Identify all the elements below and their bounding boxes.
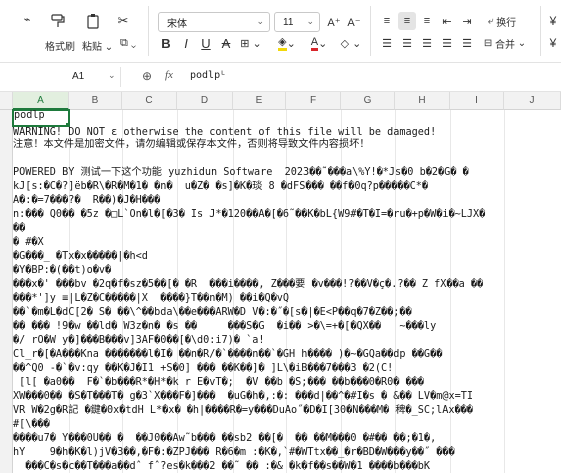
merge-cells-button[interactable]: ⊟ 合并 ⌄ [480,34,530,52]
column-header-j[interactable]: J [504,92,561,110]
format-painter-icon[interactable] [47,10,69,32]
cell-text-line: �/ rO�W y�]���B���v]3AF�0��[�\d0:i7)� `a… [13,335,265,346]
cell-text-line: [l[ �a0�� F�`�b���R*�H*�k r E�vT�; �V ��… [13,377,424,388]
name-box[interactable]: A1 ⌄ [0,67,121,87]
corner-select-all[interactable] [0,92,13,110]
number-format-icon[interactable]: ¥ [546,34,560,52]
cell-text-line: �� [13,223,26,234]
align-center-icon[interactable]: ☰ [398,34,416,52]
column-header-a[interactable]: A [13,92,69,110]
cell-text-line: � #�X [13,237,44,248]
separator [148,6,149,56]
paste-icon[interactable] [82,10,104,32]
cell-text-line: XW���0�� �S�T���T� g�3`X���F�]��� �uG�h�… [13,391,474,402]
copy-icon[interactable]: ⧉ ⌄ [114,34,142,52]
cell-text-line: �G���_ �Tx�x�����|�h<d [13,251,148,262]
cell-text-line: Cl_r�[�A���Kna �������l�I� ��n�R/�`����n… [13,349,443,360]
format-painter-label[interactable]: 格式刷 [45,38,75,53]
align-bottom-icon[interactable]: ≡ [418,12,436,30]
copy-list-icon[interactable]: ⌁ [18,10,36,28]
column-header-c[interactable]: C [122,92,177,110]
cell-text-line: �� ��� !9�w ��ld� W3z�n� �s �� ���S�G �i… [13,321,437,332]
column-header-h[interactable]: H [395,92,450,110]
cell-text-line: �Y�BP:�(��t)o�v� [13,265,112,276]
cell-text-line: A�:�=7���?� R��)�J�H��� [13,195,161,206]
cell-text-line: VR W�2g�R記 �鍵�0x�tdH L*�x� �h|����R�=y��… [13,405,473,416]
cell-text-line: #[\��� [13,419,50,430]
paste-label[interactable]: 粘贴 ⌄ [82,38,113,53]
separator [370,6,371,56]
chevron-down-icon: ⌄ [306,16,314,26]
cell-text-line: ���C�s�c��T���a��dˆ fˆ?es�k���2 ��˜ �� :… [13,461,431,472]
cell-text-line [13,149,561,164]
cell-text-line: ���x�' ���bv �2q�f�sz�5��[� �R ���i����,… [13,279,484,290]
align-middle-icon[interactable]: ≡ [398,12,416,30]
column-header-e[interactable]: E [233,92,286,110]
column-header-b[interactable]: B [69,92,122,110]
align-top-icon[interactable]: ≡ [378,12,396,30]
column-header-g[interactable]: G [341,92,395,110]
currency-icon[interactable]: ¥ [546,12,560,30]
font-family-select[interactable]: 宋体 ⌄ [158,12,270,32]
cell-reference: A1 [72,71,85,82]
formula-input[interactable]: podlpᴸ [190,70,226,81]
function-icon[interactable]: fx [165,69,173,81]
border-icon[interactable]: ⊞ ⌄ [238,34,264,52]
align-right-icon[interactable]: ☰ [418,34,436,52]
cell-text-line: ���*']y ≡|L�Z�C�����|X ����}T��n�M) ��i�… [13,293,290,304]
cell-a1-text: podlp [14,110,45,121]
ribbon-toolbar: 格式刷 粘贴 ⌄ ✂ ⧉ ⌄ ⌁ 宋体 ⌄ 11 ⌄ A⁺ A⁻ B I U A ⊞… [0,0,561,63]
font-size-select[interactable]: 11 ⌄ [274,12,320,32]
distribute-icon[interactable]: ☰ [458,34,476,52]
row-header-strip[interactable] [0,110,13,473]
cell-text-line: ��^Q0 -�`�v:qy ��K�J�I1 +S�0] ��� ��K��]… [13,363,394,374]
increase-font-icon[interactable]: A⁺ [326,13,342,31]
justify-icon[interactable]: ☰ [438,34,456,52]
bold-icon[interactable]: B [158,34,174,52]
align-left-icon[interactable]: ☰ [378,34,396,52]
strikethrough-icon[interactable]: A [218,34,234,52]
column-header-f[interactable]: F [286,92,341,110]
fill-color-icon[interactable]: ◈ ⌄ [274,34,300,52]
wrap-text-button[interactable]: ⤶ 换行 [480,12,524,30]
cut-icon[interactable]: ✂ [114,12,132,30]
cell-text-line: ��`�m�L�dC[2� S� ��\^��bda\��e���ARW�D V… [13,307,412,318]
indent-right-icon[interactable]: ⇥ [458,12,476,30]
spreadsheet-grid[interactable]: A B C D E F G H I J podlp WARNING! DO NO… [0,92,561,473]
font-size-value: 11 [283,16,294,28]
cell-text-line: kJ[s:�C�?]ëb�R\�R�M�1� �n� u�Z� �s]�K�琰 … [13,181,428,192]
underline-icon[interactable]: U [198,34,214,52]
merge-cells-label: 合并 [495,39,515,51]
paste-text: 粘贴 [82,42,102,53]
zoom-icon[interactable]: ⊕ [142,69,152,83]
column-header-d[interactable]: D [177,92,233,110]
formula-bar: A1 ⌄ ⊕ fx podlpᴸ [0,63,561,92]
cell-text-line: hY 9�h�K�l)jV�3��,�F�:�ZPJ��� R�6�m :�K�… [13,447,455,458]
chevron-down-icon[interactable]: ⌄ [108,70,116,81]
indent-left-icon[interactable]: ⇤ [438,12,456,30]
cell-text-line: POWERED BY 测试一下这个功能 yuzhidun Software 20… [13,167,469,178]
italic-icon[interactable]: I [178,34,194,52]
wrap-text-label: 换行 [496,17,517,29]
chevron-down-icon: ⌄ [256,16,264,26]
cell-text-line: n:��� Q0�� �5z �□L`On�l�[�3� Is J*�120��… [13,209,486,220]
column-header-i[interactable]: I [450,92,504,110]
decrease-font-icon[interactable]: A⁻ [346,13,362,31]
font-color-icon[interactable]: A ⌄ [306,34,332,52]
cell-text-line: ����u7� Y���0U�� � ��J0��Aw˜b��� ��sb2 �… [13,433,443,444]
font-family-value: 宋体 [167,18,187,30]
clear-format-icon[interactable]: ◇ ⌄ [338,34,364,52]
separator [540,6,541,56]
